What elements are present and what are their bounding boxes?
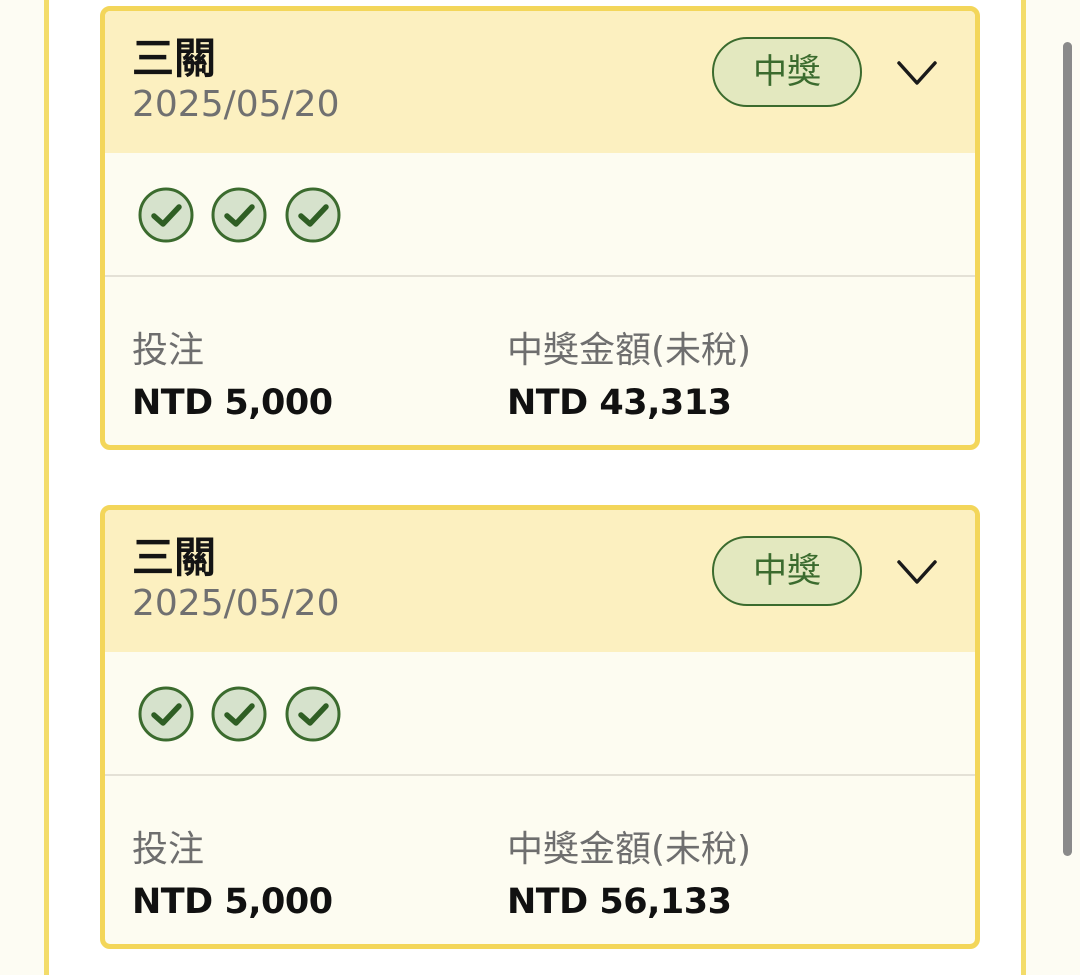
bet-history-page: 三關 2025/05/20 中獎 投注 NTD 5,000 中獎金額(未稅) N… [0, 0, 1080, 975]
check-circle-icon [138, 187, 194, 243]
bet-date: 2025/05/20 [132, 583, 340, 624]
bet-date: 2025/05/20 [132, 84, 340, 125]
bet-legs-row [105, 652, 975, 776]
bet-type: 三關 [132, 533, 217, 582]
bet-card-header[interactable]: 三關 2025/05/20 中獎 [105, 11, 975, 153]
scrollbar-thumb[interactable] [1063, 42, 1072, 856]
status-badge: 中獎 [712, 37, 862, 107]
stake-label: 投注 [132, 829, 205, 870]
winnings-label: 中獎金額(未稅) [507, 330, 752, 371]
check-circle-icon [211, 686, 267, 742]
chevron-down-icon[interactable] [893, 554, 941, 590]
winnings-value: NTD 56,133 [507, 882, 732, 922]
bet-card[interactable]: 三關 2025/05/20 中獎 投注 NTD 5,000 中獎金額(未稅) N… [100, 505, 980, 949]
stake-value: NTD 5,000 [132, 383, 333, 423]
check-circle-icon [285, 686, 341, 742]
check-circle-icon [138, 686, 194, 742]
status-badge: 中獎 [712, 536, 862, 606]
check-circle-icon [285, 187, 341, 243]
check-circle-icon [211, 187, 267, 243]
chevron-down-icon[interactable] [893, 55, 941, 91]
bet-type: 三關 [132, 34, 217, 83]
stake-label: 投注 [132, 330, 205, 371]
stake-value: NTD 5,000 [132, 882, 333, 922]
bet-card-header[interactable]: 三關 2025/05/20 中獎 [105, 510, 975, 652]
winnings-label: 中獎金額(未稅) [507, 829, 752, 870]
bet-legs-row [105, 153, 975, 277]
winnings-value: NTD 43,313 [507, 383, 732, 423]
bet-card[interactable]: 三關 2025/05/20 中獎 投注 NTD 5,000 中獎金額(未稅) N… [100, 6, 980, 450]
